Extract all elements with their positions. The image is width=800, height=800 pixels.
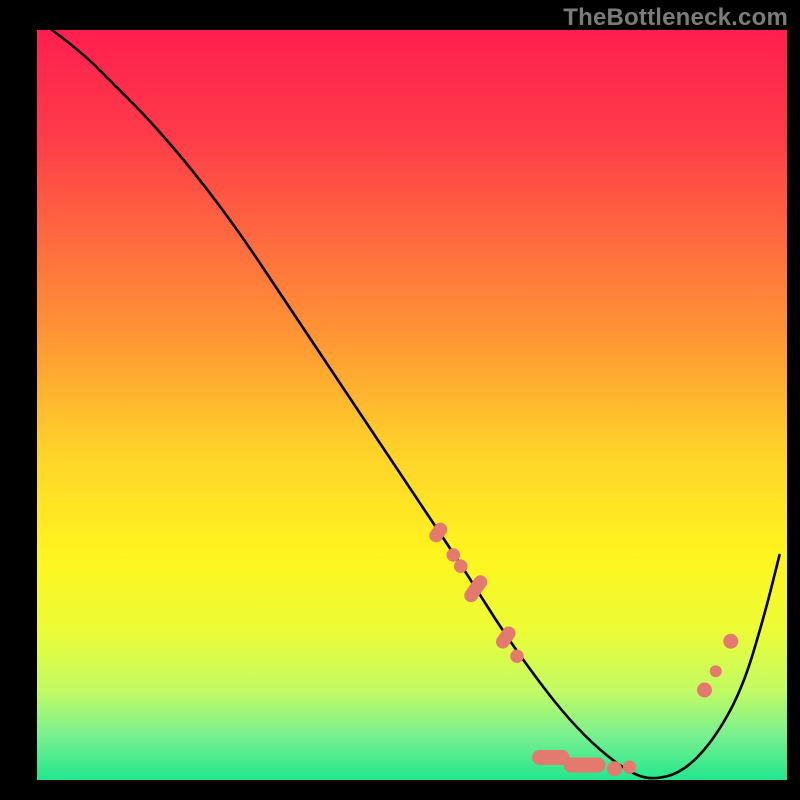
curve-marker-dot	[710, 665, 722, 677]
watermark-text: TheBottleneck.com	[563, 4, 788, 32]
curve-marker-dot	[447, 548, 461, 562]
curve-marker-dot	[623, 761, 637, 775]
curve-marker-dot	[454, 560, 468, 574]
chart-stage: TheBottleneck.com	[0, 0, 800, 800]
plot-background	[37, 30, 787, 780]
curve-marker-dot	[510, 650, 524, 664]
curve-marker-pill	[564, 758, 606, 773]
bottleneck-chart	[0, 0, 800, 800]
curve-marker-dot	[607, 761, 622, 776]
curve-marker-dot	[723, 634, 738, 649]
curve-marker-dot	[697, 683, 712, 698]
